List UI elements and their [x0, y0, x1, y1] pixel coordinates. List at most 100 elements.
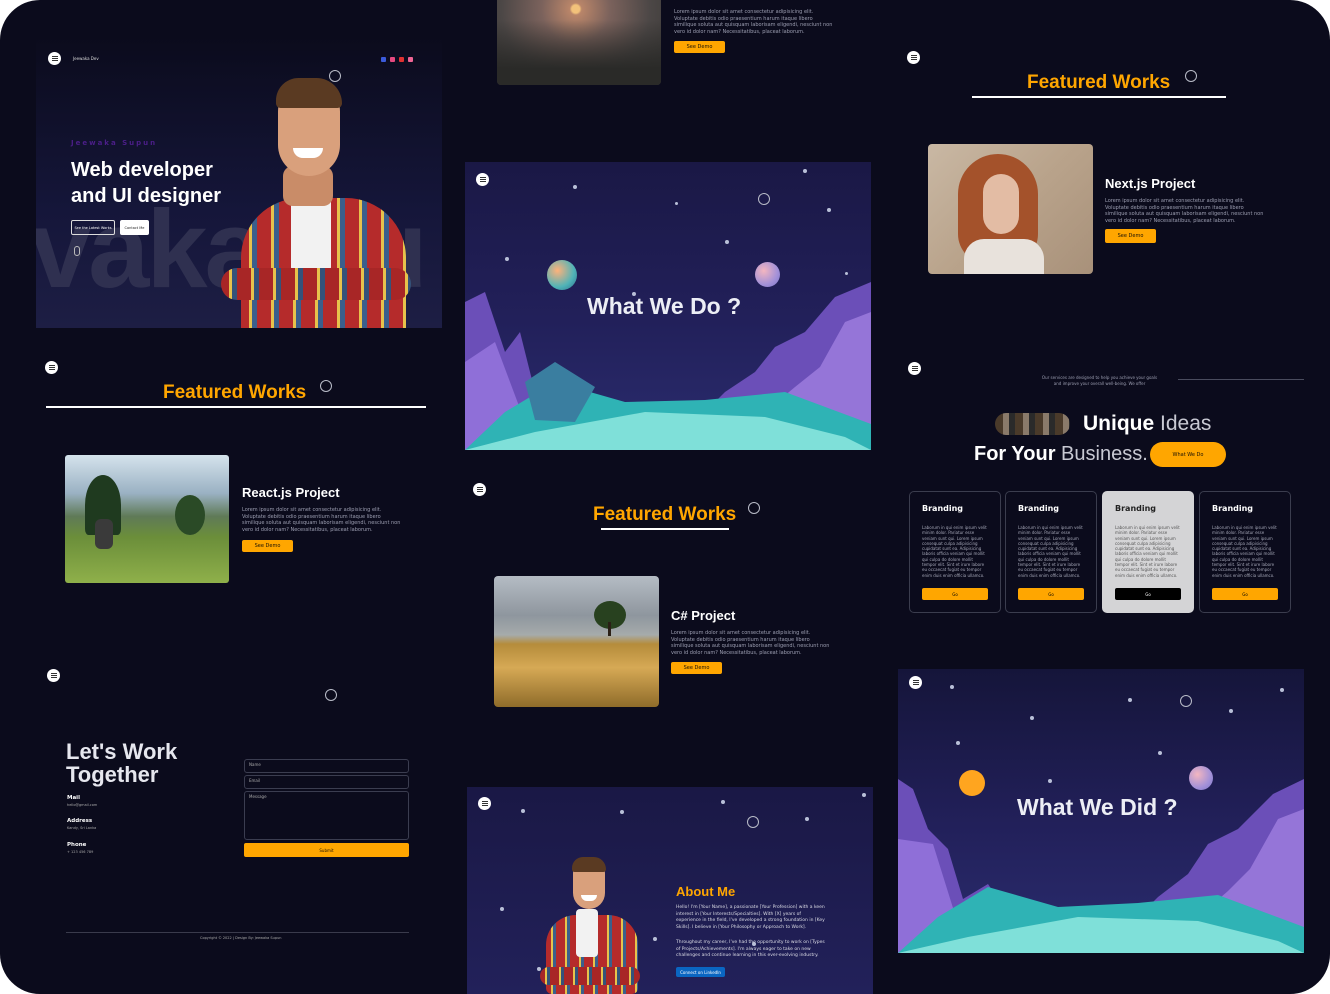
cursor-ring-icon — [325, 689, 337, 701]
card-title: Branding — [1115, 504, 1157, 513]
go-button[interactable]: Go — [1018, 588, 1084, 600]
see-demo-button[interactable]: See Demo — [674, 41, 725, 53]
address-label: Address — [67, 818, 93, 824]
go-button[interactable]: Go — [922, 588, 988, 600]
footer-divider — [66, 932, 409, 933]
email-input[interactable]: Email — [244, 775, 409, 789]
cursor-ring-icon — [1185, 70, 1197, 82]
menu-icon[interactable] — [47, 669, 60, 682]
contact-title-line2: Together — [66, 762, 159, 787]
services-intro-1: Our services are designed to help you ac… — [1041, 375, 1158, 380]
linkedin-button[interactable]: Connect on LinkedIn — [676, 967, 725, 977]
cursor-ring-icon — [747, 816, 759, 828]
menu-icon[interactable] — [48, 52, 61, 65]
cursor-ring-icon — [320, 380, 332, 392]
card-title: Branding — [922, 504, 964, 513]
go-button[interactable]: Go — [1212, 588, 1278, 600]
facebook-icon[interactable] — [381, 57, 386, 62]
what-we-do-panel: What We Do ? — [465, 162, 871, 450]
what-we-do-title: What We Do ? — [587, 293, 742, 319]
instagram-icon[interactable] — [390, 57, 395, 62]
what-we-did-panel: What We Did ? — [898, 669, 1304, 953]
heading-light-text: Business. — [1061, 443, 1148, 465]
about-me-panel: About Me Hello! I'm [Your Name], a passi… — [467, 787, 873, 994]
see-demo-button[interactable]: See Demo — [671, 662, 722, 674]
card-text: Laborum in qui enim ipsum velit minim do… — [1115, 525, 1180, 578]
see-demo-button[interactable]: See Demo — [242, 540, 293, 552]
project-title: Next.js Project — [1105, 176, 1196, 191]
contact-me-button[interactable]: Contact Me — [120, 220, 149, 235]
what-we-do-button[interactable]: What We Do — [1150, 442, 1226, 467]
menu-icon[interactable] — [478, 797, 491, 810]
name-input[interactable]: Name — [244, 759, 409, 773]
menu-icon[interactable] — [907, 51, 920, 64]
menu-icon[interactable] — [45, 361, 58, 374]
featured-csharp-panel: Featured Works C# Project Lorem ipsum do… — [465, 475, 871, 735]
hero-portrait — [221, 76, 411, 328]
featured-next-panel: Featured Works Next.js Project Lorem ips… — [898, 40, 1304, 330]
contact-panel: Let's Work Together Mail hello@gmail.com… — [36, 660, 442, 960]
about-title: About Me — [676, 884, 736, 899]
project-description: Lorem ipsum dolor sit amet consectetur a… — [671, 630, 830, 656]
csharp-project-image — [494, 576, 659, 707]
featured-react-panel: Featured Works React.js Project Lorem ip… — [36, 352, 442, 632]
card-text: Laborum in qui enim ipsum velit minim do… — [1212, 525, 1277, 578]
project-description: Lorem ipsum dolor sit amet consectetur a… — [1105, 198, 1264, 224]
hero-title-line2: and UI designer — [71, 185, 222, 207]
phone-label: Phone — [67, 842, 87, 848]
about-portrait — [540, 857, 640, 994]
project-description: Lorem ipsum dolor sit amet consectetur a… — [674, 9, 833, 35]
message-textarea[interactable]: Message — [244, 791, 409, 840]
scroll-mouse-icon — [74, 246, 80, 256]
react-project-image — [65, 455, 229, 583]
card-title: Branding — [1212, 504, 1254, 513]
mail-value[interactable]: hello@gmail.com — [67, 803, 97, 807]
section-title: Featured Works — [593, 504, 737, 525]
project-description: Lorem ipsum dolor sit amet consectetur a… — [242, 507, 401, 533]
phone-value: + 123 456 789 — [67, 850, 94, 854]
see-demo-button[interactable]: See Demo — [1105, 229, 1156, 243]
title-underline — [601, 528, 729, 530]
heading-bold-text: For Your — [974, 443, 1056, 465]
heading-business: For Your Business. — [974, 443, 1148, 466]
menu-icon[interactable] — [473, 483, 486, 496]
heading-bold-text: Unique — [1083, 412, 1155, 435]
social-icons — [381, 57, 413, 62]
card-text: Laborum in qui enim ipsum velit minim do… — [922, 525, 987, 578]
card-title: Branding — [1018, 504, 1060, 513]
hero-subtitle: Jeewaka Supun — [71, 139, 158, 147]
menu-icon[interactable] — [908, 362, 921, 375]
sunset-image — [497, 0, 661, 85]
service-card[interactable]: Branding Laborum in qui enim ipsum velit… — [1199, 491, 1291, 613]
next-project-image — [928, 144, 1093, 274]
about-paragraph-2: Throughout my career, I've had the oppor… — [676, 940, 825, 958]
section-title: Featured Works — [1027, 72, 1171, 93]
see-latest-works-button[interactable]: See the Latest Works — [71, 220, 115, 235]
youtube-icon[interactable] — [399, 57, 404, 62]
hero-logo[interactable]: Jeewaka Dev — [73, 56, 99, 61]
address-value: Kandy, Sri Lanka — [67, 826, 97, 830]
project-title: C# Project — [671, 608, 736, 623]
heading-unique: Unique Ideas — [1083, 412, 1211, 436]
go-button[interactable]: Go — [1115, 588, 1181, 600]
project-title: React.js Project — [242, 485, 340, 500]
partial-project-panel: Lorem ipsum dolor sit amet consectetur a… — [465, 0, 871, 100]
heading-light-text: Ideas — [1160, 412, 1212, 435]
submit-button[interactable]: Submit — [244, 843, 409, 857]
showcase-frame: Jeewaka Dev vaka Su Jeewaka Supun Web de… — [0, 0, 1330, 994]
hero-title-line1: Web developer — [71, 159, 213, 181]
hero-panel: Jeewaka Dev vaka Su Jeewaka Supun Web de… — [36, 36, 442, 328]
service-card[interactable]: Branding Laborum in qui enim ipsum velit… — [1005, 491, 1097, 613]
service-card-active[interactable]: Branding Laborum in qui enim ipsum velit… — [1102, 491, 1194, 613]
service-card[interactable]: Branding Laborum in qui enim ipsum velit… — [909, 491, 1001, 613]
dribbble-icon[interactable] — [408, 57, 413, 62]
intro-divider — [1178, 379, 1304, 380]
about-paragraph-1: Hello! I'm [Your Name], a passionate [Yo… — [676, 905, 825, 930]
services-panel: Our services are designed to help you ac… — [898, 355, 1304, 645]
what-we-did-title: What We Did ? — [1017, 794, 1178, 820]
title-underline — [972, 96, 1226, 98]
section-title: Featured Works — [163, 382, 307, 403]
copyright-text: Copyright © 2022 | Design By: Jeewaka Su… — [200, 936, 282, 940]
services-intro-2: and improve your overall well-being. We … — [1053, 381, 1146, 386]
team-photo — [995, 413, 1070, 435]
